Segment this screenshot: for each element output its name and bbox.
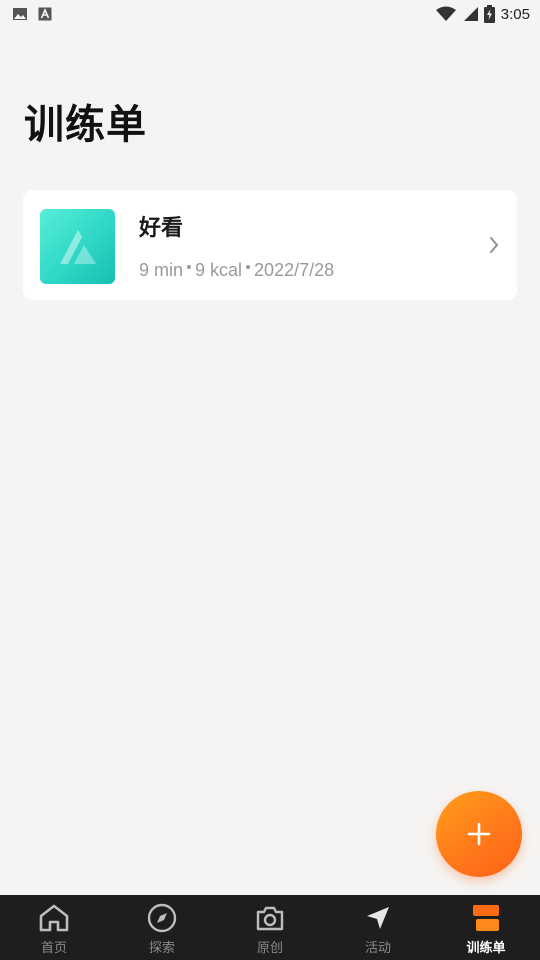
nav-item-explore[interactable]: 探索 — [108, 895, 216, 960]
status-bar-right: 3:05 — [435, 5, 530, 23]
battery-icon — [483, 5, 495, 23]
nav-label-activity: 活动 — [364, 941, 391, 956]
nav-label-home: 首页 — [40, 941, 67, 956]
signal-icon — [462, 6, 478, 22]
image-icon — [12, 7, 28, 21]
plan-date: 2022/7/28 — [254, 260, 335, 280]
meta-separator-dot — [187, 264, 192, 269]
navigation-arrow-icon — [364, 903, 392, 933]
status-time: 3:05 — [500, 5, 530, 23]
plan-duration: 9 min — [139, 260, 184, 280]
nav-item-original[interactable]: 原创 — [216, 895, 324, 960]
logo-mountain-icon — [59, 229, 96, 264]
plan-meta: 9 min 9 kcal 2022/7/28 — [139, 260, 334, 281]
meta-separator-dot — [246, 264, 251, 269]
status-bar: 3:05 — [0, 0, 540, 28]
add-plan-button[interactable] — [436, 791, 522, 877]
nav-item-activity[interactable]: 活动 — [324, 895, 432, 960]
plan-thumbnail — [40, 209, 115, 284]
home-icon — [38, 903, 70, 933]
nav-label-original: 原创 — [256, 941, 283, 956]
plus-icon — [467, 822, 491, 846]
status-bar-left — [12, 7, 52, 21]
bottom-nav: 首页 探索 原创 活动 训练单 — [0, 895, 540, 960]
nav-label-training-list: 训练单 — [466, 941, 506, 956]
compass-icon — [147, 903, 177, 933]
nav-item-training-list[interactable]: 训练单 — [432, 895, 540, 960]
wifi-icon — [435, 6, 456, 22]
plan-calories: 9 kcal — [195, 260, 243, 280]
a-icon — [38, 7, 52, 21]
page-title: 训练单 — [24, 102, 147, 148]
nav-label-explore: 探索 — [148, 941, 175, 956]
plan-name: 好看 — [139, 216, 184, 241]
training-list-icon — [471, 903, 501, 933]
chevron-right-icon — [488, 236, 500, 258]
camera-icon — [255, 903, 285, 933]
nav-item-home[interactable]: 首页 — [0, 895, 108, 960]
training-plan-card[interactable]: 好看 9 min 9 kcal 2022/7/28 — [23, 190, 517, 300]
